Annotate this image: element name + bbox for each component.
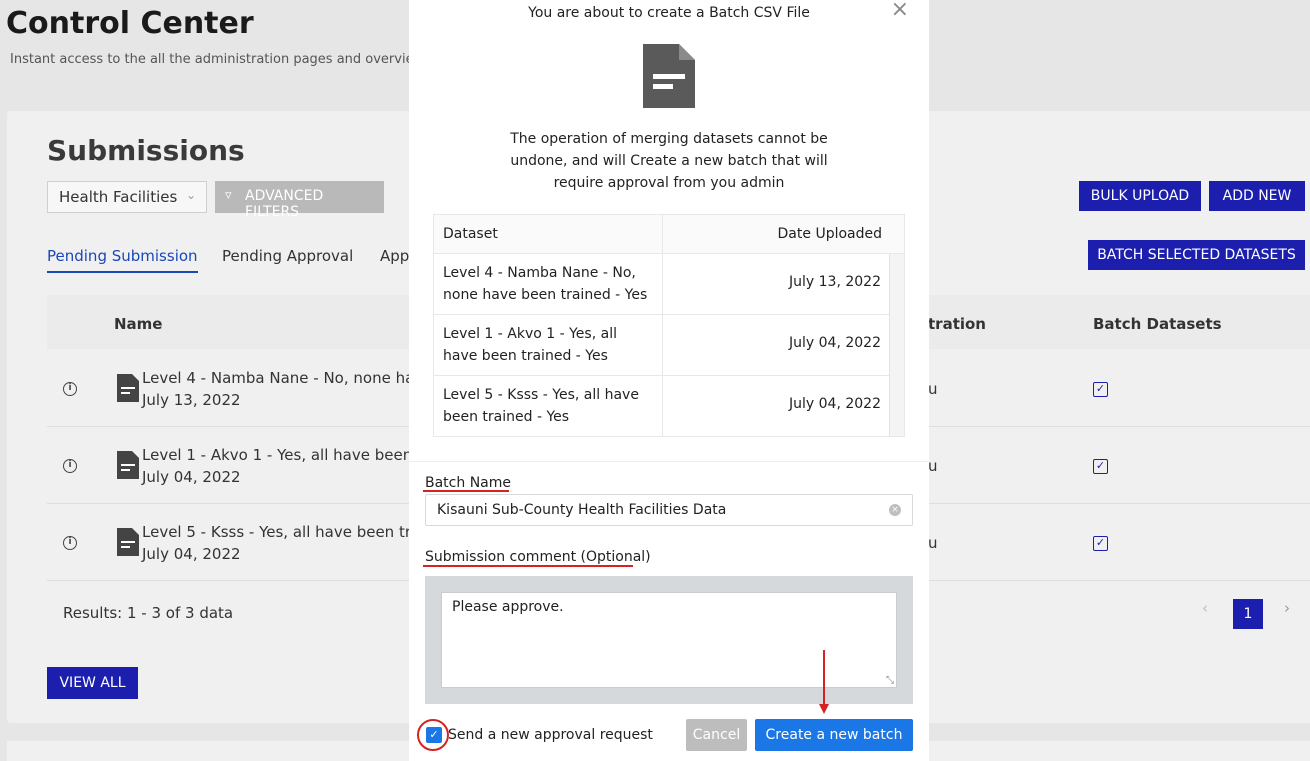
datasets-table-row: Level 5 - Ksss - Yes, all have been trai… <box>434 376 890 436</box>
modal-divider <box>409 461 929 462</box>
dataset-name: Level 4 - Namba Nane - No, none have bee… <box>443 265 648 303</box>
create-batch-button[interactable]: Create a new batch <box>755 719 913 751</box>
comment-textarea[interactable]: Please approve. ⤡ <box>441 592 897 688</box>
table-scrollbar[interactable] <box>889 254 904 436</box>
dataset-date: July 04, 2022 <box>789 335 881 351</box>
cancel-button[interactable]: Cancel <box>686 719 747 751</box>
dataset-name: Level 5 - Ksss - Yes, all have been trai… <box>443 387 639 425</box>
annotation-underline <box>423 490 509 492</box>
batch-modal: You are about to create a Batch CSV File… <box>409 0 929 761</box>
annotation-arrow <box>823 650 825 708</box>
send-request-label: Send a new approval request <box>448 727 653 743</box>
resize-handle-icon[interactable]: ⤡ <box>886 675 894 686</box>
annotation-circle <box>417 719 449 751</box>
modal-description: The operation of merging datasets cannot… <box>510 131 828 191</box>
modal-title: You are about to create a Batch CSV File <box>528 5 810 21</box>
comment-container: Please approve. ⤡ <box>425 576 913 704</box>
datasets-table-row: Level 4 - Namba Nane - No, none have bee… <box>434 254 890 315</box>
batch-name-value: Kisauni Sub-County Health Facilities Dat… <box>437 502 727 518</box>
datasets-table: Dataset Date Uploaded Level 4 - Namba Na… <box>433 214 905 437</box>
annotation-arrow-head <box>819 704 829 714</box>
batch-name-label: Batch Name <box>425 475 511 491</box>
datasets-table-row: Level 1 - Akvo 1 - Yes, all have been tr… <box>434 315 890 376</box>
column-header-date: Date Uploaded <box>777 226 882 242</box>
batch-name-input[interactable]: Kisauni Sub-County Health Facilities Dat… <box>425 494 913 526</box>
document-icon <box>643 44 695 108</box>
datasets-table-header: Dataset Date Uploaded <box>434 215 904 254</box>
dataset-date: July 13, 2022 <box>789 274 881 290</box>
comment-label: Submission comment (Optional) <box>425 549 651 565</box>
column-header-dataset: Dataset <box>443 226 498 242</box>
dataset-date: July 04, 2022 <box>789 396 881 412</box>
close-icon[interactable]: × <box>891 0 909 22</box>
dataset-name: Level 1 - Akvo 1 - Yes, all have been tr… <box>443 326 617 364</box>
comment-value: Please approve. <box>452 599 564 615</box>
clear-icon[interactable]: × <box>889 504 901 516</box>
annotation-underline <box>423 565 633 567</box>
